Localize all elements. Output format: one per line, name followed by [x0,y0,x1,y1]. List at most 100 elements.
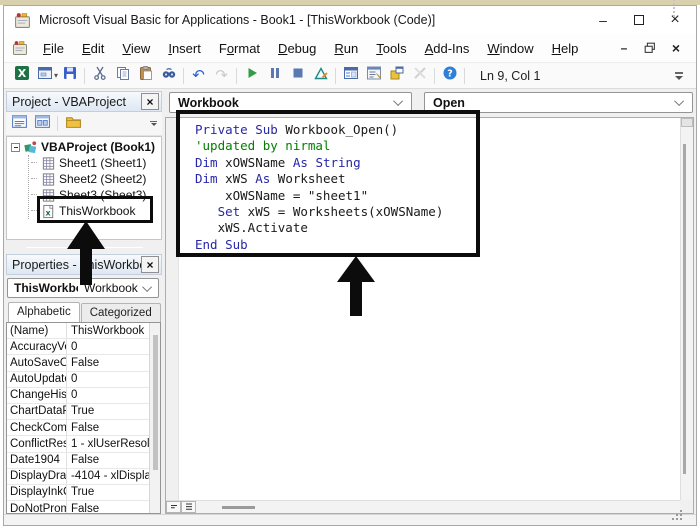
property-name: ChangeHistoryDuration [7,387,67,403]
property-row[interactable]: ChangeHistoryDuration0 [7,387,160,404]
maximize-button[interactable] [628,10,650,30]
help-icon: ? [442,65,458,86]
property-row[interactable]: AutoSaveOnFalse [7,355,160,372]
view-excel-button[interactable]: X [10,65,33,86]
design-mode-button[interactable] [309,65,332,86]
code-horizontal-scrollbar[interactable] [166,500,680,513]
redo-button[interactable]: ↷ [210,65,233,86]
scrollbar-split-button[interactable] [681,118,693,127]
property-row[interactable]: ChartDataPointTrackTrue [7,403,160,421]
code-text[interactable]: Private Sub Workbook_Open()'updated by n… [179,118,693,513]
tree-children: Sheet1 (Sheet1) Sheet2 (Sheet2) Sheet3 (Sh… [28,155,161,219]
menu-item-run[interactable]: Run [325,37,367,60]
property-value[interactable]: False [67,355,160,370]
design-mode-icon [313,65,329,86]
paste-button[interactable] [134,65,157,86]
menu-item-file[interactable]: File [34,37,73,60]
code-editor[interactable]: Private Sub Workbook_Open()'updated by n… [165,117,694,514]
property-value[interactable]: False [67,453,160,468]
property-row[interactable]: (Name) ThisWorkbook [7,323,160,340]
menu-item-debug[interactable]: Debug [269,37,325,60]
scrollbar-thumb[interactable] [153,335,158,470]
toolbox-button[interactable] [408,65,431,86]
property-value[interactable]: False [67,420,160,435]
mdi-child-icon[interactable] [12,40,28,56]
save-button[interactable] [58,65,81,86]
project-toolbar [6,112,162,136]
tree-item-thisworkbook[interactable]: x ThisWorkbook [29,203,161,219]
property-row[interactable]: AccuracyVersion0 [7,339,160,356]
reset-button[interactable] [286,65,309,86]
property-value[interactable]: 0 [67,372,160,387]
cut-button[interactable] [88,65,111,86]
tab-alphabetic[interactable]: Alphabetic [8,302,80,322]
code-vertical-scrollbar[interactable] [680,118,693,500]
property-grid-scrollbar[interactable] [149,323,160,513]
code-object-dropdown[interactable]: Workbook [169,92,412,113]
menu-item-tools[interactable]: Tools [367,37,415,60]
object-name: ThisWorkbook [14,281,78,295]
insert-userform-button[interactable] [33,65,56,86]
scrollbar-thumb[interactable] [683,144,686,474]
property-row[interactable]: DisplayDrawingObjects-4104 - xlDisplaySh… [7,468,160,485]
menu-item-insert[interactable]: Insert [159,37,210,60]
menu-item-format[interactable]: Format [210,37,269,60]
property-value[interactable]: 0 [67,388,160,403]
tree-item-sheet1[interactable]: Sheet1 (Sheet1) [29,155,161,171]
view-object-button[interactable] [32,114,52,133]
project-toolbar-overflow-button[interactable] [150,120,159,127]
property-row[interactable]: DisplayInkCommentsTrue [7,484,160,502]
view-object-icon [34,113,51,135]
property-row[interactable]: ConflictResolution1 - xlUserResolution [7,436,160,453]
tree-collapse-icon[interactable] [11,142,20,152]
property-row[interactable]: DoNotPromptForConvertFalse [7,501,160,513]
procedure-view-button[interactable] [166,501,181,513]
help-button[interactable]: ? [438,65,461,86]
undo-button[interactable]: ↶ [187,65,210,86]
property-value[interactable]: True [67,485,160,500]
menu-item-add-ins[interactable]: Add-Ins [416,37,479,60]
property-value[interactable]: 0 [67,339,160,354]
property-row[interactable]: Date1904 False [7,452,160,469]
properties-close-button[interactable]: × [141,256,159,273]
scrollbar-thumb[interactable] [222,505,255,509]
mdi-minimize-button[interactable]: – [616,40,632,56]
property-grid: (Name)ThisWorkbookAccuracyVersion0AutoSa… [6,322,161,514]
toggle-folders-button[interactable] [63,114,83,133]
project-explorer-button[interactable] [339,65,362,86]
minimize-button[interactable]: – [592,10,614,30]
mdi-close-button[interactable]: × [668,40,684,56]
menu-item-edit[interactable]: Edit [73,37,113,60]
break-button[interactable] [263,65,286,86]
copy-button[interactable] [111,65,134,86]
menu-item-window[interactable]: Window [478,37,542,60]
menu-item-help[interactable]: Help [543,37,588,60]
property-value[interactable]: True [67,404,160,419]
full-module-view-button[interactable] [181,501,196,513]
property-row[interactable]: CheckCompatibilityFalse [7,420,160,437]
property-value[interactable]: -4104 - xlDisplayShapes [67,469,160,484]
property-value[interactable]: False [67,501,160,513]
find-button[interactable] [157,65,180,86]
toolbar-overflow-button[interactable] [672,71,686,80]
menu-item-view[interactable]: View [113,37,159,60]
object-combobox[interactable]: ThisWorkbook Workbook [7,278,159,298]
resize-grip[interactable] [670,508,682,520]
mdi-restore-button[interactable] [642,40,658,56]
view-code-button[interactable] [9,114,29,133]
project-close-button[interactable]: × [141,93,159,110]
tab-categorized[interactable]: Categorized [80,303,161,322]
property-value[interactable]: ThisWorkbook [67,323,160,338]
object-browser-button[interactable] [385,65,408,86]
object-dropdown-value: Workbook [178,95,239,110]
panel-splitter[interactable] [6,240,162,254]
properties-window-button[interactable] [362,65,385,86]
code-procedure-dropdown[interactable]: Open [424,92,693,113]
property-row[interactable]: AutoUpdateFrequency0 [7,371,160,388]
tree-item-sheet3[interactable]: Sheet3 (Sheet3) [29,187,161,203]
property-value[interactable]: 1 - xlUserResolution [67,436,160,451]
tree-item-sheet2[interactable]: Sheet2 (Sheet2) [29,171,161,187]
tree-item-vbaproject[interactable]: VBAProject (Book1) [11,139,161,155]
toolbar-grip[interactable] [673,0,678,17]
run-button[interactable] [240,65,263,86]
